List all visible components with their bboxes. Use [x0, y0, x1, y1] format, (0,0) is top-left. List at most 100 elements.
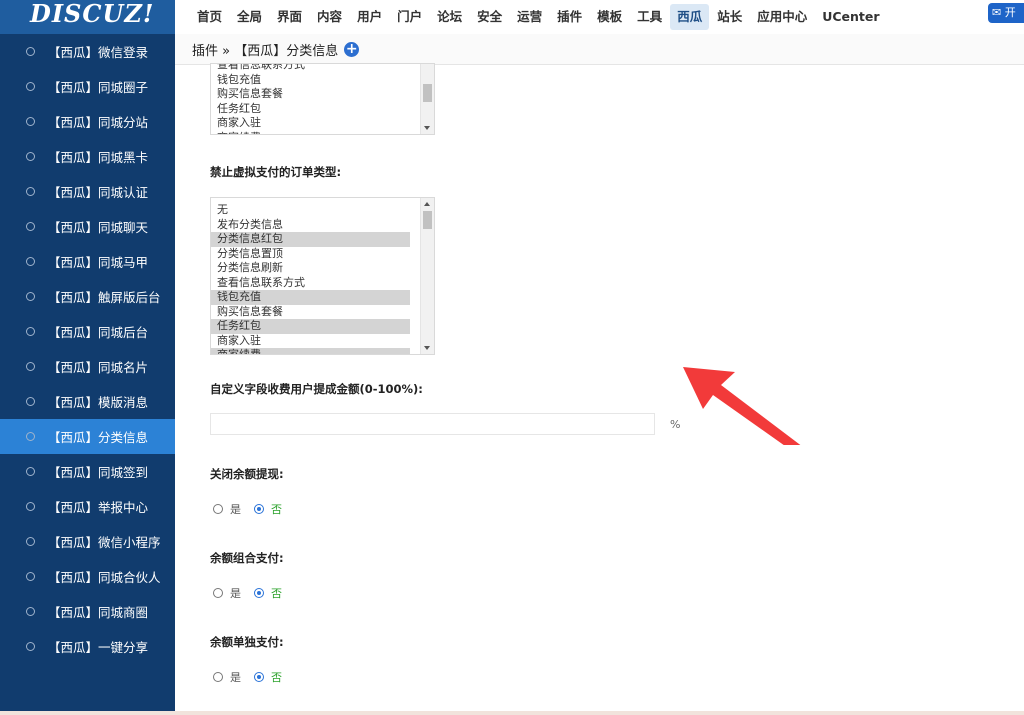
listbox-scrollbar[interactable]	[420, 198, 434, 354]
solo-pay-label: 余额单独支付:	[210, 635, 284, 649]
sidebar-item-label: 【西瓜】同城聊天	[48, 220, 149, 235]
bottom-edge	[0, 711, 1024, 715]
nav-item[interactable]: 界面	[270, 4, 309, 30]
list-option[interactable]: 任务红包	[211, 319, 410, 334]
list-option[interactable]: 分类信息刷新	[211, 261, 410, 276]
sidebar-item-label: 【西瓜】微信小程序	[48, 535, 161, 550]
sidebar-item[interactable]: 【西瓜】同城认证	[0, 174, 175, 209]
list-option[interactable]: 商家入驻	[211, 116, 410, 131]
sidebar-item[interactable]: 【西瓜】同城后台	[0, 314, 175, 349]
discuz-logo[interactable]: DISCUZ!	[0, 0, 175, 34]
sidebar-item[interactable]: 【西瓜】同城合伙人	[0, 559, 175, 594]
percent-unit: %	[670, 418, 681, 431]
sidebar-item-label: 【西瓜】分类信息	[48, 430, 149, 445]
nav-item[interactable]: 站长	[710, 4, 749, 30]
list-option[interactable]: 购买信息套餐	[211, 305, 410, 320]
circle-bullet-icon	[26, 607, 35, 616]
nav-item[interactable]: 模板	[590, 4, 629, 30]
sidebar-item[interactable]: 【西瓜】分类信息	[0, 419, 175, 454]
list-option[interactable]: 商家续费	[211, 131, 410, 135]
list-option[interactable]: 钱包充值	[211, 73, 410, 88]
close-withdraw-no-radio[interactable]	[254, 504, 264, 514]
list-option[interactable]: 无	[211, 203, 410, 218]
sidebar-item[interactable]: 【西瓜】同城分站	[0, 104, 175, 139]
combo-pay-label: 余额组合支付:	[210, 551, 284, 565]
sidebar-item[interactable]: 【西瓜】一键分享	[0, 629, 175, 664]
circle-bullet-icon	[26, 467, 35, 476]
nav-item[interactable]: 用户	[350, 4, 389, 30]
combo-pay-yes-radio[interactable]	[213, 588, 223, 598]
list-option[interactable]: 查看信息联系方式	[211, 276, 410, 291]
list-option[interactable]: 商家续费	[211, 348, 410, 354]
sidebar-item[interactable]: 【西瓜】微信小程序	[0, 524, 175, 559]
sidebar-item-label: 【西瓜】同城马甲	[48, 255, 149, 270]
nav-item[interactable]: 插件	[550, 4, 589, 30]
sidebar-item-label: 【西瓜】一键分享	[48, 640, 149, 655]
nav-item[interactable]: 安全	[470, 4, 509, 30]
solo-pay-no-radio[interactable]	[254, 672, 264, 682]
sidebar-item[interactable]: 【西瓜】微信登录	[0, 34, 175, 69]
sidebar-item-label: 【西瓜】同城认证	[48, 185, 149, 200]
sidebar-item-label: 【西瓜】同城黑卡	[48, 150, 149, 165]
sidebar-item[interactable]: 【西瓜】同城签到	[0, 454, 175, 489]
list-option[interactable]: 查看信息联系方式	[211, 64, 410, 73]
sidebar-item-label: 【西瓜】触屏版后台	[48, 290, 161, 305]
sidebar-item[interactable]: 【西瓜】同城名片	[0, 349, 175, 384]
list-option[interactable]: 任务红包	[211, 102, 410, 117]
combo-pay-radios: 是 否	[213, 585, 295, 601]
list-option[interactable]: 发布分类信息	[211, 218, 410, 233]
nav-item[interactable]: 内容	[310, 4, 349, 30]
solo-pay-yes-label[interactable]: 是	[230, 669, 241, 685]
nav-item[interactable]: 首页	[190, 4, 229, 30]
solo-pay-no-label[interactable]: 否	[271, 669, 282, 685]
forbid-virtual-pay-label: 禁止虚拟支付的订单类型:	[210, 165, 342, 179]
circle-bullet-icon	[26, 572, 35, 581]
scroll-up-icon[interactable]	[424, 202, 430, 206]
list-option[interactable]: 购买信息套餐	[211, 87, 410, 102]
sidebar-item[interactable]: 【西瓜】模版消息	[0, 384, 175, 419]
sidebar-item[interactable]: 【西瓜】同城黑卡	[0, 139, 175, 174]
sidebar-item[interactable]: 【西瓜】同城圈子	[0, 69, 175, 104]
sidebar-item-label: 【西瓜】同城签到	[48, 465, 149, 480]
circle-bullet-icon	[26, 187, 35, 196]
sidebar-item[interactable]: 【西瓜】同城聊天	[0, 209, 175, 244]
sidebar-item-label: 【西瓜】模版消息	[48, 395, 149, 410]
solo-pay-yes-radio[interactable]	[213, 672, 223, 682]
list-option[interactable]: 钱包充值	[211, 290, 410, 305]
listbox-scrollbar[interactable]	[420, 64, 434, 134]
close-withdraw-no-label[interactable]: 否	[271, 501, 282, 517]
forbid-virtual-pay-select[interactable]: 无发布分类信息 分类信息红包 分类信息置顶 分类信息刷新 查看信息联系方式 钱包充值 购买信…	[210, 197, 435, 355]
nav-item[interactable]: 全局	[230, 4, 269, 30]
close-withdraw-yes-radio[interactable]	[213, 504, 223, 514]
order-type-select-top[interactable]: 查看信息联系方式钱包充值购买信息套餐任务红包商家入驻商家续费	[210, 63, 435, 135]
open-button[interactable]: ✉ 开	[988, 3, 1024, 23]
scroll-down-icon[interactable]	[424, 126, 430, 130]
circle-bullet-icon	[26, 117, 35, 126]
combo-pay-no-radio[interactable]	[254, 588, 264, 598]
nav-item[interactable]: 门户	[390, 4, 429, 30]
circle-bullet-icon	[26, 47, 35, 56]
list-option[interactable]: 分类信息红包	[211, 232, 410, 247]
sidebar-item-label: 【西瓜】同城商圈	[48, 605, 149, 620]
nav-item[interactable]: 工具	[630, 4, 669, 30]
nav-item[interactable]: 运营	[510, 4, 549, 30]
list-option[interactable]: 分类信息置顶	[211, 247, 410, 262]
sidebar-item[interactable]: 【西瓜】同城商圈	[0, 594, 175, 629]
close-withdraw-yes-label[interactable]: 是	[230, 501, 241, 517]
combo-pay-no-label[interactable]: 否	[271, 585, 282, 601]
combo-pay-yes-label[interactable]: 是	[230, 585, 241, 601]
scroll-down-icon[interactable]	[424, 346, 430, 350]
sidebar-item[interactable]: 【西瓜】同城马甲	[0, 244, 175, 279]
nav-item[interactable]: UCenter	[815, 4, 886, 30]
custom-fee-input[interactable]	[210, 413, 655, 435]
scroll-thumb[interactable]	[423, 84, 432, 102]
close-withdraw-label: 关闭余额提现:	[210, 467, 284, 481]
sidebar-item[interactable]: 【西瓜】触屏版后台	[0, 279, 175, 314]
nav-item[interactable]: 西瓜	[670, 4, 710, 30]
nav-item[interactable]: 应用中心	[750, 4, 814, 30]
scroll-thumb[interactable]	[423, 211, 432, 229]
list-option[interactable]: 商家入驻	[211, 334, 410, 349]
sidebar-item[interactable]: 【西瓜】举报中心	[0, 489, 175, 524]
add-icon[interactable]: +	[344, 41, 360, 57]
nav-item[interactable]: 论坛	[430, 4, 469, 30]
